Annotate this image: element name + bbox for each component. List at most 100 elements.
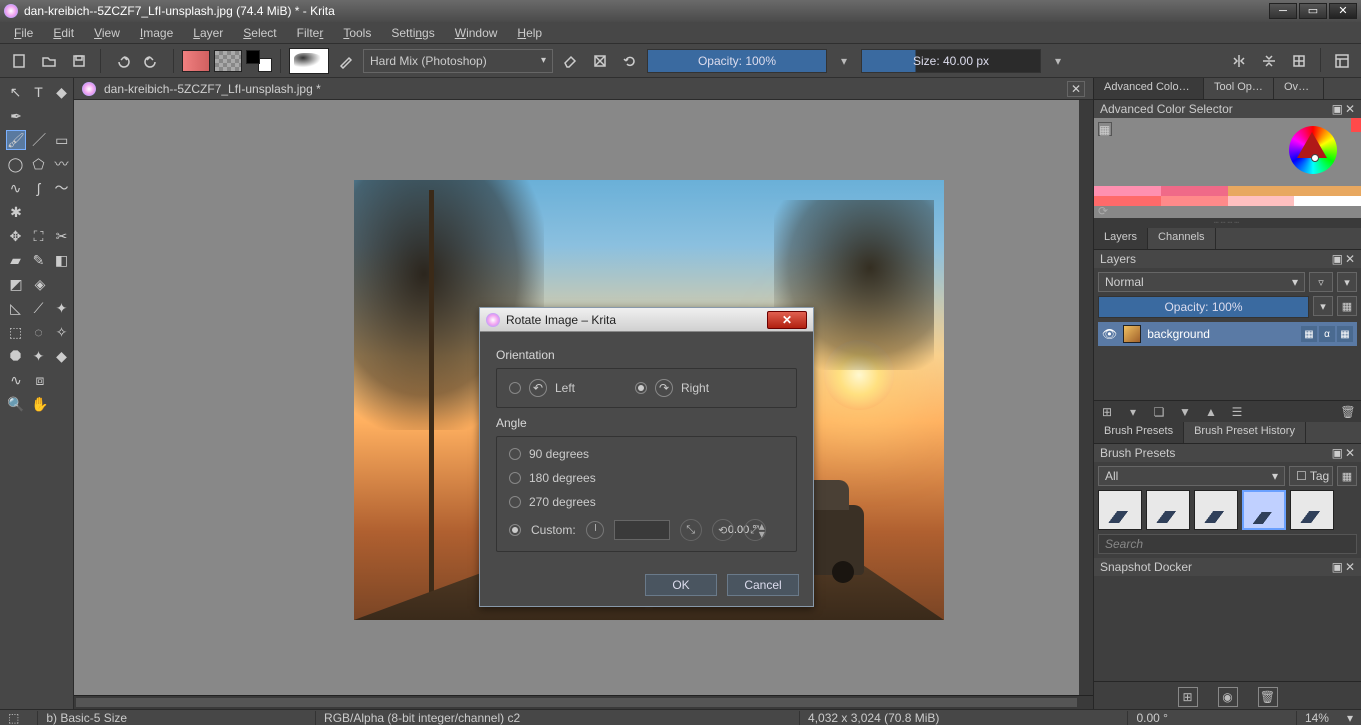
new-file-button[interactable] xyxy=(6,48,32,74)
zoom-caret[interactable]: ▾ xyxy=(1347,711,1353,725)
tool-transform-tool[interactable]: ⛶ xyxy=(29,226,48,246)
brush-preview[interactable] xyxy=(289,48,329,74)
tab-channels[interactable]: Channels xyxy=(1148,228,1215,249)
tool-ellipse[interactable]: ◯ xyxy=(6,154,25,174)
opacity-slider[interactable]: Opacity: 100% xyxy=(647,49,827,73)
tool-pattern-edit[interactable]: ◩ xyxy=(6,274,26,294)
layer-alpha-icon[interactable]: α xyxy=(1319,326,1335,342)
tool-move[interactable]: ✥ xyxy=(6,226,25,246)
float-docker-button[interactable]: ▣ xyxy=(1332,560,1343,574)
fg-bg-color[interactable] xyxy=(246,50,272,72)
menu-view[interactable]: View xyxy=(84,23,130,43)
tab-brush-history[interactable]: Brush Preset History xyxy=(1184,422,1306,443)
tool-select-poly[interactable]: ⯃ xyxy=(6,346,25,366)
tool-select-ellipse[interactable]: ◌ xyxy=(29,322,48,342)
reload-preset-button[interactable] xyxy=(617,48,643,74)
layer-lock-icon[interactable]: ▦ xyxy=(1337,326,1353,342)
cancel-button[interactable]: Cancel xyxy=(727,574,799,596)
layer-extra-button[interactable]: ▦ xyxy=(1337,296,1357,316)
tab-overview[interactable]: Over… xyxy=(1274,78,1324,99)
tab-tool-options[interactable]: Tool Opt… xyxy=(1204,78,1274,99)
tool-pan[interactable]: ✋ xyxy=(30,394,50,414)
duplicate-layer-button[interactable]: ❏ xyxy=(1150,403,1168,421)
canvas-viewport[interactable]: Rotate Image – Krita ✕ Orientation ↶ Lef… xyxy=(74,100,1093,695)
move-down-button[interactable]: ▼ xyxy=(1176,403,1194,421)
float-docker-button[interactable]: ▣ xyxy=(1332,446,1343,460)
orientation-right-radio[interactable]: ↷ Right xyxy=(635,379,709,397)
undo-button[interactable] xyxy=(109,48,135,74)
redo-button[interactable] xyxy=(139,48,165,74)
menu-edit[interactable]: Edit xyxy=(43,23,84,43)
tool-reference[interactable]: ✦ xyxy=(52,298,71,318)
minimize-button[interactable]: ─ xyxy=(1269,3,1297,19)
maximize-button[interactable]: ▭ xyxy=(1299,3,1327,19)
angle-dial[interactable] xyxy=(586,521,604,539)
tool-freehand-path[interactable]: ʃ xyxy=(29,178,48,198)
tool-transform[interactable]: ↖ xyxy=(6,82,25,102)
layer-item-background[interactable]: 👁 background ▦ α ▦ xyxy=(1098,322,1357,346)
workspace-button[interactable] xyxy=(1329,48,1355,74)
open-file-button[interactable] xyxy=(36,48,62,74)
brush-preset-1[interactable] xyxy=(1098,490,1142,530)
close-docker-button[interactable]: ✕ xyxy=(1345,446,1355,460)
tool-polyline[interactable]: 〰 xyxy=(52,154,71,174)
layer-blend-combo[interactable]: Normal▾ xyxy=(1098,272,1305,292)
dialog-titlebar[interactable]: Rotate Image – Krita ✕ xyxy=(480,308,813,332)
float-docker-button[interactable]: ▣ xyxy=(1332,102,1343,116)
size-slider[interactable]: Size: 40.00 px xyxy=(861,49,1041,73)
close-app-button[interactable]: ✕ xyxy=(1329,3,1357,19)
layer-opacity-caret[interactable]: ▾ xyxy=(1313,296,1333,316)
ok-button[interactable]: OK xyxy=(645,574,717,596)
menu-filter[interactable]: Filter xyxy=(287,23,334,43)
blend-mode-combo[interactable]: Hard Mix (Photoshop) ▾ xyxy=(363,49,553,73)
angle-270-radio[interactable]: 270 degrees xyxy=(509,495,784,509)
orientation-left-radio[interactable]: ↶ Left xyxy=(509,379,575,397)
tool-select-bezier[interactable]: ∿ xyxy=(6,370,26,390)
layer-props-icon[interactable]: ▦ xyxy=(1301,326,1317,342)
tool-crop[interactable]: ✂ xyxy=(52,226,71,246)
tab-brush-presets[interactable]: Brush Presets xyxy=(1094,422,1184,443)
tool-multibrush[interactable]: ✱ xyxy=(6,202,26,222)
preset-view-button[interactable]: ▦ xyxy=(1337,466,1357,486)
brush-filter-combo[interactable]: All▾ xyxy=(1098,466,1285,486)
color-config-button[interactable]: ▦ xyxy=(1098,122,1112,136)
snapshot-add-button[interactable]: ⊞ xyxy=(1178,687,1198,707)
tool-line[interactable]: ／ xyxy=(30,130,49,150)
tool-select-rect[interactable]: ⬚ xyxy=(6,322,25,342)
tool-zoom[interactable]: 🔍 xyxy=(6,394,26,414)
wrap-button[interactable] xyxy=(1286,48,1312,74)
status-zoom[interactable]: 14% xyxy=(1296,711,1337,725)
tool-gradient[interactable]: ◧ xyxy=(52,250,71,270)
snapshot-delete-button[interactable]: 🗑 xyxy=(1258,687,1278,707)
tool-brush[interactable]: 🖌 xyxy=(6,130,26,150)
size-caret[interactable]: ▾ xyxy=(1045,48,1071,74)
tag-button[interactable]: ☐ Tag xyxy=(1289,466,1333,486)
color-refresh-button[interactable]: ⟳ xyxy=(1098,204,1108,218)
close-docker-button[interactable]: ✕ xyxy=(1345,102,1355,116)
menu-settings[interactable]: Settings xyxy=(381,23,444,43)
menu-image[interactable]: Image xyxy=(130,23,183,43)
snap-reset-button[interactable]: ⟲ xyxy=(712,519,734,541)
angle-spinbox[interactable]: ▴▾ xyxy=(614,520,670,540)
menu-help[interactable]: Help xyxy=(507,23,552,43)
add-layer-button[interactable]: ⊞ xyxy=(1098,403,1116,421)
brush-preset-5[interactable] xyxy=(1290,490,1334,530)
tool-edit-shape[interactable]: ◆ xyxy=(52,82,71,102)
angle-180-radio[interactable]: 180 degrees xyxy=(509,471,784,485)
menu-layer[interactable]: Layer xyxy=(183,23,233,43)
drag-handle[interactable]: ┄┄┄┄ xyxy=(1094,218,1361,228)
scrollbar-vertical[interactable] xyxy=(1079,100,1093,695)
tool-calligraphy[interactable]: ✒ xyxy=(6,106,26,126)
menu-file[interactable]: File xyxy=(4,23,43,43)
color-selector[interactable]: ▦ ⟳ xyxy=(1094,118,1361,218)
menu-select[interactable]: Select xyxy=(233,23,286,43)
mirror-v-button[interactable] xyxy=(1256,48,1282,74)
tool-smart-patch[interactable]: ◈ xyxy=(30,274,50,294)
brush-preset-3[interactable] xyxy=(1194,490,1238,530)
tool-text[interactable]: T xyxy=(29,82,48,102)
tool-dynamic[interactable]: 〜 xyxy=(52,178,71,198)
close-docker-button[interactable]: ✕ xyxy=(1345,560,1355,574)
visibility-icon[interactable]: 👁 xyxy=(1102,327,1117,341)
tab-advanced-color[interactable]: Advanced Color Sele… xyxy=(1094,78,1204,99)
move-up-button[interactable]: ▲ xyxy=(1202,403,1220,421)
